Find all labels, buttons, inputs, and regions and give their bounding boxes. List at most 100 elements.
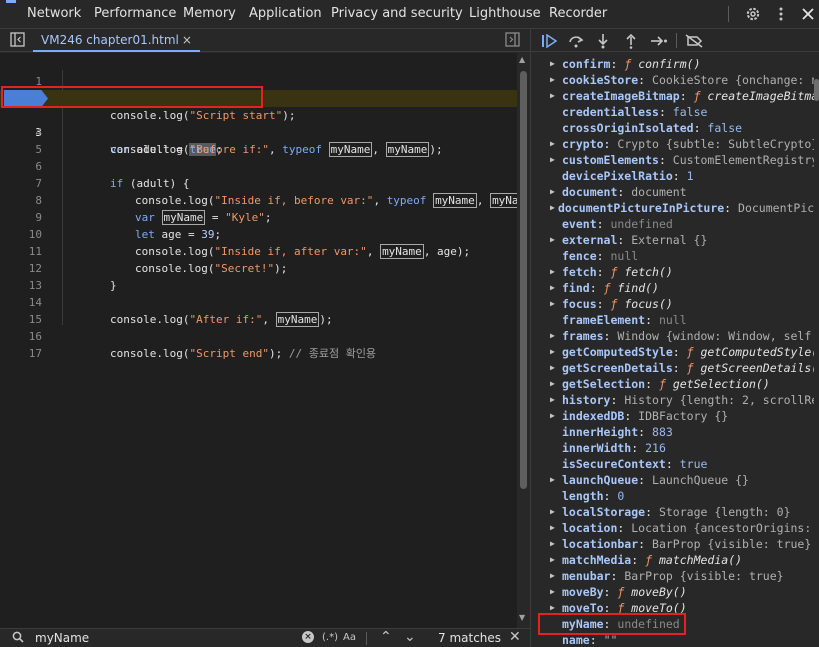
- search-input[interactable]: myName: [35, 631, 89, 645]
- resume-icon[interactable]: [539, 31, 559, 50]
- properties-scrollbar[interactable]: [814, 53, 819, 647]
- scope-property-moveby[interactable]: ▶ moveBy: ƒ moveBy(): [531, 584, 814, 600]
- expand-arrow-icon[interactable]: ▶: [550, 568, 555, 584]
- line-number[interactable]: 17: [0, 345, 42, 362]
- expand-arrow-icon[interactable]: ▶: [550, 552, 555, 568]
- expand-arrow-icon[interactable]: ▶: [550, 136, 555, 152]
- tab-privacy-and-security[interactable]: Privacy and security: [331, 6, 463, 21]
- scope-properties-list[interactable]: ▶ confirm: ƒ confirm() ▶ cookieStore: Cooki…: [531, 53, 814, 647]
- scope-property-getcomputedstyle[interactable]: ▶ getComputedStyle: ƒ getComputedStyle(): [531, 344, 814, 360]
- navigator-toggle-icon[interactable]: [10, 32, 25, 51]
- scope-property-getselection[interactable]: ▶ getSelection: ƒ getSelection(): [531, 376, 814, 392]
- tab-recorder[interactable]: Recorder: [549, 6, 607, 21]
- expand-arrow-icon[interactable]: ▶: [550, 296, 555, 312]
- scope-property-location[interactable]: ▶ location: Location {ancestorOrigins: DO…: [531, 520, 814, 536]
- scope-property-innerwidth[interactable]: innerWidth: 216: [531, 440, 814, 456]
- step-out-icon[interactable]: [621, 31, 641, 50]
- scope-property-customelements[interactable]: ▶ customElements: CustomElementRegistry {…: [531, 152, 814, 168]
- expand-arrow-icon[interactable]: ▶: [550, 152, 555, 168]
- expand-arrow-icon[interactable]: ▶: [550, 232, 555, 248]
- expand-arrow-icon[interactable]: ▶: [550, 72, 555, 88]
- scope-property-confirm[interactable]: ▶ confirm: ƒ confirm(): [531, 56, 814, 72]
- expand-arrow-icon[interactable]: ▶: [550, 360, 555, 376]
- regex-toggle-button[interactable]: (.*): [322, 632, 338, 643]
- close-tab-icon[interactable]: ×: [182, 33, 192, 47]
- expand-arrow-icon[interactable]: ▶: [550, 344, 555, 360]
- expand-arrow-icon[interactable]: ▶: [550, 376, 555, 392]
- tab-memory[interactable]: Memory: [183, 6, 236, 21]
- close-search-icon[interactable]: ✕: [509, 629, 521, 645]
- code-line[interactable]: 17: [0, 328, 517, 360]
- scope-property-document[interactable]: ▶ document: document: [531, 184, 814, 200]
- previous-match-icon[interactable]: ⌃: [380, 629, 392, 645]
- step-icon[interactable]: [649, 31, 669, 50]
- tab-network[interactable]: Network: [27, 6, 81, 21]
- scope-property-createimagebitmap[interactable]: ▶ createImageBitmap: ƒ createImageBitmap(…: [531, 88, 814, 104]
- scroll-up-arrow-icon[interactable]: ▲: [519, 55, 525, 64]
- code-line[interactable]: 8 var myName = "Kyle";: [0, 175, 517, 225]
- scope-property-find[interactable]: ▶ find: ƒ find(): [531, 280, 814, 296]
- clear-search-icon[interactable]: ×: [302, 631, 314, 643]
- scope-property-indexeddb[interactable]: ▶ indexedDB: IDBFactory {}: [531, 408, 814, 424]
- editor-scrollbar[interactable]: ▲ ▼: [517, 53, 530, 628]
- expand-arrow-icon[interactable]: ▶: [550, 280, 555, 296]
- deactivate-breakpoints-icon[interactable]: [684, 31, 704, 50]
- expand-arrow-icon[interactable]: ▶: [550, 504, 555, 520]
- scope-property-event[interactable]: event: undefined: [531, 216, 814, 232]
- expand-arrow-icon[interactable]: ▶: [550, 392, 555, 408]
- code-line[interactable]: 12 }: [0, 243, 517, 292]
- scope-property-crossoriginisolated[interactable]: crossOriginIsolated: false: [531, 120, 814, 136]
- code-line[interactable]: 5: [0, 124, 517, 156]
- tab-performance[interactable]: Performance: [94, 6, 176, 21]
- expand-arrow-icon[interactable]: ▶: [550, 536, 555, 552]
- scope-property-frames[interactable]: ▶ frames: Window {window: Window, self: W…: [531, 328, 814, 344]
- scope-property-locationbar[interactable]: ▶ locationbar: BarProp {visible: true}: [531, 536, 814, 552]
- scope-property-frameelement[interactable]: frameElement: null: [531, 312, 814, 328]
- expand-arrow-icon[interactable]: ▶: [550, 408, 555, 424]
- scope-property-documentpictureinpicture[interactable]: ▶documentPictureInPicture: DocumentPictu…: [531, 200, 814, 216]
- code-line[interactable]: 7 console.log("Inside if, before var:", …: [0, 158, 517, 208]
- expand-arrow-icon[interactable]: ▶: [550, 472, 555, 488]
- expand-arrow-icon[interactable]: ▶: [550, 184, 555, 200]
- scrollbar-thumb[interactable]: [814, 79, 819, 101]
- scrollbar-thumb[interactable]: [520, 71, 527, 489]
- scope-property-length[interactable]: length: 0: [531, 488, 814, 504]
- scope-property-issecurecontext[interactable]: isSecureContext: true: [531, 456, 814, 472]
- scope-property-getscreendetails[interactable]: ▶ getScreenDetails: ƒ getScreenDetails(): [531, 360, 814, 376]
- code-line[interactable]: 1: [0, 56, 517, 88]
- scope-property-fetch[interactable]: ▶ fetch: ƒ fetch(): [531, 264, 814, 280]
- code-line[interactable]: 4 console.log("Before if:", typeof myNam…: [0, 107, 517, 157]
- expand-arrow-icon[interactable]: ▶: [550, 200, 555, 216]
- scroll-down-arrow-icon[interactable]: ▼: [519, 613, 525, 622]
- code-line[interactable]: 11 console.log("Secret!");: [0, 226, 517, 275]
- kebab-icon[interactable]: [770, 3, 792, 25]
- expand-arrow-icon[interactable]: ▶: [550, 56, 555, 72]
- scope-property-devicepixelratio[interactable]: devicePixelRatio: 1: [531, 168, 814, 184]
- expand-arrow-icon[interactable]: ▶: [550, 520, 555, 536]
- debugger-sidebar-toggle-icon[interactable]: [505, 32, 520, 51]
- code-line[interactable]: 13: [0, 260, 517, 292]
- scope-property-cookiestore[interactable]: ▶ cookieStore: CookieStore {onchange: nul…: [531, 72, 814, 88]
- tab-lighthouse[interactable]: Lighthouse: [469, 6, 541, 21]
- scope-property-credentialless[interactable]: credentialless: false: [531, 104, 814, 120]
- code-line[interactable]: 14 console.log("After if:", myName);: [0, 277, 517, 327]
- scope-property-launchqueue[interactable]: ▶ launchQueue: LaunchQueue {}: [531, 472, 814, 488]
- expand-arrow-icon[interactable]: ▶: [550, 328, 555, 344]
- expand-arrow-icon[interactable]: ▶: [550, 88, 555, 104]
- scope-property-external[interactable]: ▶ external: External {}: [531, 232, 814, 248]
- match-case-button[interactable]: Aa: [343, 632, 356, 643]
- scope-property-menubar[interactable]: ▶ menubar: BarProp {visible: true}: [531, 568, 814, 584]
- code-line[interactable]: 9 let age = 39;: [0, 192, 517, 241]
- scope-property-focus[interactable]: ▶ focus: ƒ focus(): [531, 296, 814, 312]
- gear-icon[interactable]: [742, 3, 764, 25]
- code-editor[interactable]: 1 2 console.log("Script start"); 3 var a…: [0, 53, 517, 628]
- step-into-icon[interactable]: [593, 31, 613, 50]
- scope-property-crypto[interactable]: ▶ crypto: Crypto {subtle: SubtleCrypto}: [531, 136, 814, 152]
- editor-file-tab[interactable]: VM246 chapter01.html ×: [33, 29, 200, 52]
- close-icon[interactable]: [797, 3, 819, 25]
- code-line[interactable]: 15: [0, 294, 517, 326]
- next-match-icon[interactable]: ⌄: [404, 629, 416, 645]
- expand-arrow-icon[interactable]: ▶: [550, 264, 555, 280]
- scope-property-innerheight[interactable]: innerHeight: 883: [531, 424, 814, 440]
- scope-property-localstorage[interactable]: ▶ localStorage: Storage {length: 0}: [531, 504, 814, 520]
